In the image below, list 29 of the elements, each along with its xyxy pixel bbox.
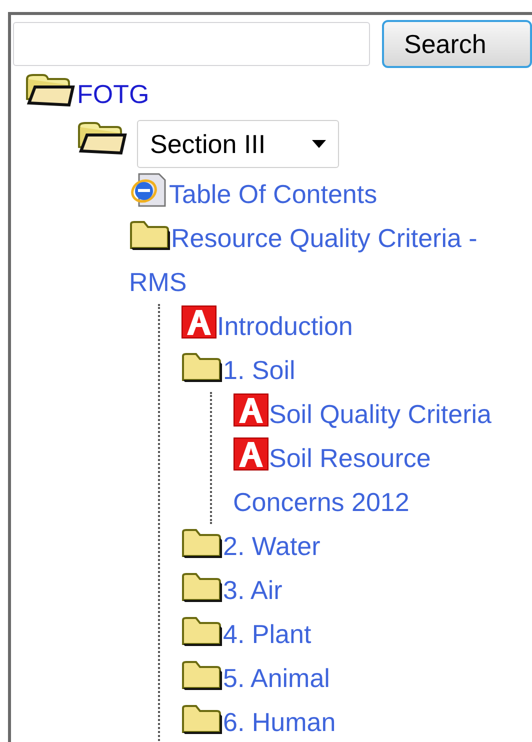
pdf-icon (233, 437, 269, 471)
tree-link[interactable]: Soil Quality Criteria (233, 392, 492, 436)
pdf-icon (181, 305, 217, 339)
folder-icon[interactable] (181, 528, 223, 559)
folder-icon[interactable] (129, 220, 171, 251)
tree-link[interactable]: 6. Human (181, 700, 336, 742)
web-page-icon (129, 173, 169, 207)
pdf-icon (233, 393, 269, 427)
tree-link[interactable]: Resource Quality Criteria - RMS (129, 216, 532, 304)
tree-link[interactable]: 1. Soil (181, 348, 296, 392)
search-field[interactable] (13, 22, 370, 66)
folder-icon[interactable] (181, 572, 223, 603)
section-dropdown[interactable]: Section III (137, 120, 339, 168)
folder-icon[interactable] (181, 660, 223, 691)
caret-icon (312, 140, 326, 148)
folder-icon[interactable] (181, 704, 223, 735)
search-button[interactable]: Search (382, 20, 532, 68)
folder-icon[interactable] (181, 352, 223, 383)
tree-link[interactable]: Introduction (181, 304, 353, 348)
tree-link[interactable]: 3. Air (181, 568, 282, 612)
open-folder-icon[interactable] (25, 73, 75, 107)
tree-link[interactable]: 2. Water (181, 524, 320, 568)
tree-link[interactable]: Soil Resource Concerns 2012 (233, 436, 532, 524)
tree-link[interactable]: 4. Plant (181, 612, 312, 656)
tree-link[interactable]: FOTG (25, 72, 150, 116)
tree-link[interactable]: Table Of Contents (129, 172, 378, 216)
folder-icon[interactable] (181, 616, 223, 647)
open-folder-icon[interactable] (77, 120, 127, 155)
tree-link[interactable]: 5. Animal (181, 656, 330, 700)
